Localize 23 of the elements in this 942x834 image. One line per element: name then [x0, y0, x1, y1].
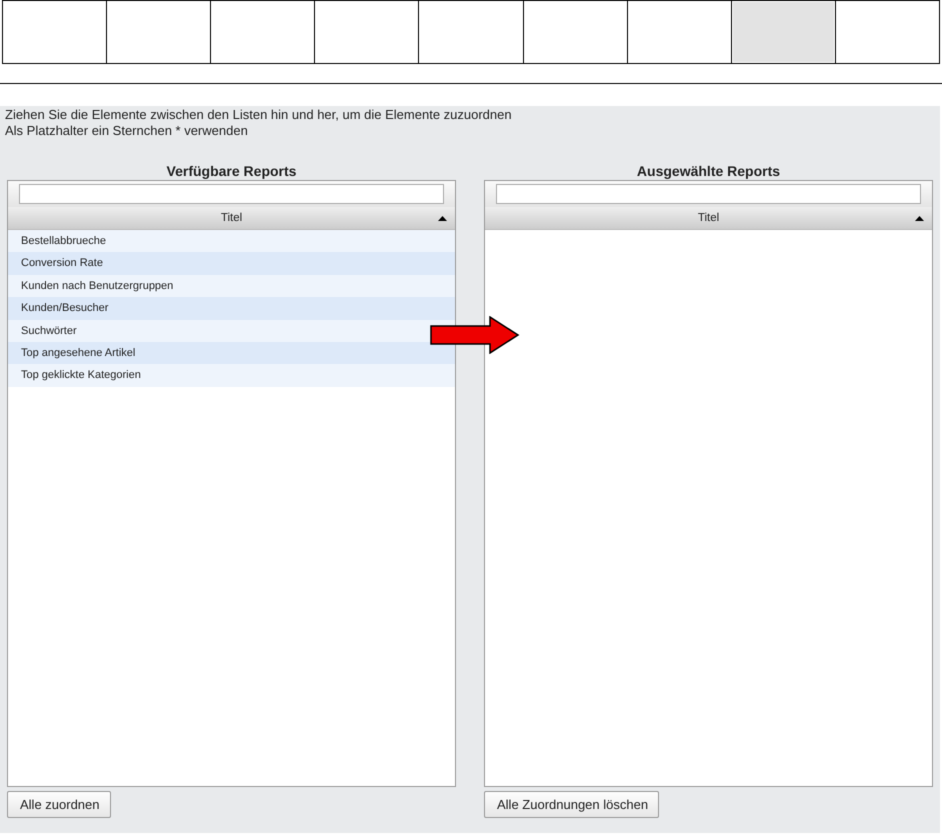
list-item[interactable]: Conversion Rate — [8, 252, 455, 275]
list-item[interactable]: Top angesehene Artikel — [8, 342, 455, 364]
list-item[interactable]: Kunden nach Benutzergruppen — [8, 274, 455, 298]
sort-up-icon[interactable] — [438, 216, 447, 221]
list-title: Verfügbare Reports — [166, 162, 298, 180]
tab-box[interactable] — [732, 1, 836, 63]
tab-box[interactable] — [628, 1, 732, 63]
instruction-text: Als Platzhalter ein Sternchen * verwenden — [5, 123, 249, 139]
list-item[interactable]: Bestellabbrueche — [8, 230, 455, 252]
action-button[interactable]: Alle zuordnen — [7, 791, 110, 818]
instruction-text: Ziehen Sie die Elemente zwischen den Listen hin und her, um die Elemente zuzuordnen — [5, 107, 513, 123]
list-item[interactable]: Kunden/Besucher — [8, 297, 455, 320]
arrow-icon — [430, 316, 520, 354]
tab-box[interactable] — [524, 1, 628, 63]
column-header[interactable]: Titel — [8, 207, 455, 230]
list-item[interactable]: Suchwörter — [8, 320, 455, 342]
column-header[interactable]: Titel — [485, 207, 932, 230]
list-title: Ausgewählte Reports — [636, 162, 782, 180]
filter-field[interactable] — [19, 184, 444, 204]
list-item[interactable]: Top geklickte Kategorien — [8, 364, 455, 387]
action-button[interactable]: Alle Zuordnungen löschen — [484, 791, 660, 818]
sort-up-icon[interactable] — [915, 216, 924, 221]
filter-field[interactable] — [496, 184, 921, 204]
